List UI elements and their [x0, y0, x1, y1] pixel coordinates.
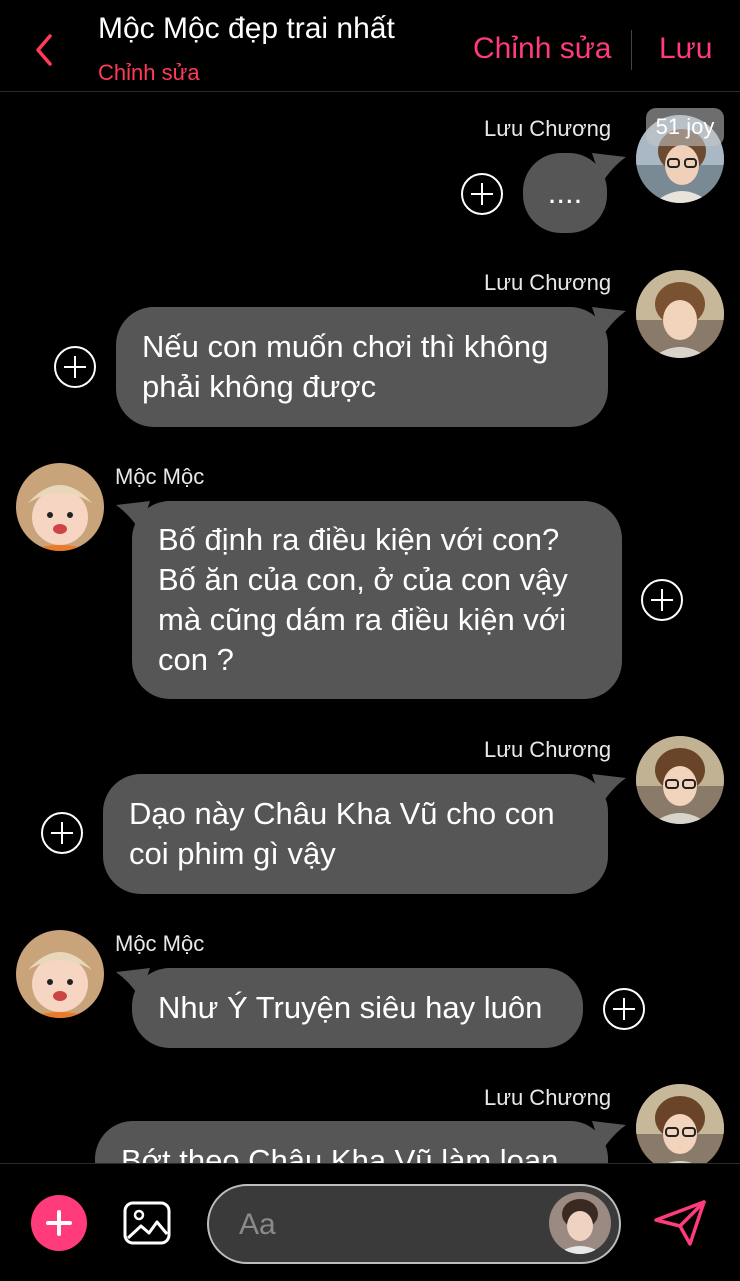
message-text: con ?	[158, 642, 234, 677]
add-circle-icon[interactable]	[603, 988, 645, 1030]
chat-header: Mộc Mộc đẹp trai nhất Chỉnh sửa Chỉnh sử…	[0, 0, 740, 92]
avatar[interactable]	[636, 270, 724, 358]
sender-name: Mộc Mộc	[115, 464, 205, 489]
plus-icon[interactable]	[31, 1195, 87, 1251]
message-bubble[interactable]: Nếu con muốn chơi thì không phải không đ…	[116, 307, 608, 427]
add-circle-icon[interactable]	[54, 346, 96, 388]
message-text: Như Ý Truyện siêu hay luôn	[158, 990, 543, 1025]
message-input[interactable]: Aa	[207, 1184, 621, 1264]
message-bubble[interactable]: Dạo này Châu Kha Vũ cho con coi phim gì …	[103, 774, 608, 894]
add-circle-icon[interactable]	[641, 579, 683, 621]
message-text: Bố ăn của con, ở của con vậy	[158, 562, 568, 597]
sender-name: Lưu Chương	[484, 1085, 612, 1110]
bubble-tail	[592, 307, 626, 337]
bubble-tail	[592, 774, 626, 804]
save-button[interactable]: Lưu	[659, 32, 712, 66]
avatar[interactable]	[16, 463, 104, 551]
avatar[interactable]	[549, 1192, 611, 1254]
avatar[interactable]	[636, 1084, 724, 1163]
composer-bar: Aa	[0, 1163, 740, 1281]
avatar[interactable]	[636, 736, 724, 824]
edit-button[interactable]: Chỉnh sửa	[473, 32, 612, 66]
message-text: Bớt theo Châu Kha Vũ làm loạn	[121, 1143, 559, 1163]
chat-subtitle[interactable]: Chỉnh sửa	[98, 60, 200, 86]
message-text: phải không được	[142, 369, 377, 404]
sender-name: Lưu Chương	[484, 737, 612, 762]
bubble-tail	[592, 153, 626, 183]
chat-title: Mộc Mộc đẹp trai nhất	[98, 12, 395, 45]
header-divider	[631, 30, 632, 70]
message-input-placeholder: Aa	[239, 1208, 276, 1241]
status-badge: 51 joy	[646, 108, 724, 146]
message-text: coi phim gì vậy	[129, 836, 336, 871]
bubble-tail	[116, 501, 150, 531]
bubble-tail	[116, 968, 150, 998]
message-bubble[interactable]: Bớt theo Châu Kha Vũ làm loạn	[95, 1121, 608, 1163]
chevron-left-icon[interactable]	[30, 30, 58, 70]
avatar[interactable]	[16, 930, 104, 1018]
add-circle-icon[interactable]	[41, 812, 83, 854]
sender-name: Mộc Mộc	[115, 931, 205, 956]
message-list[interactable]: Lưu Chương 51 joy .... Lưu Chương Nếu co…	[0, 93, 740, 1163]
bubble-tail	[592, 1121, 626, 1151]
send-icon[interactable]	[652, 1198, 708, 1248]
message-text: Nếu con muốn chơi thì không	[142, 329, 549, 364]
sender-name: Lưu Chương	[484, 116, 612, 141]
message-text: mà cũng dám ra điều kiện với	[158, 602, 567, 637]
image-icon[interactable]	[122, 1198, 172, 1248]
message-bubble[interactable]: Như Ý Truyện siêu hay luôn	[132, 968, 583, 1048]
message-text: Dạo này Châu Kha Vũ cho con	[129, 796, 555, 831]
message-text: Bố định ra điều kiện với con?	[158, 522, 560, 557]
add-circle-icon[interactable]	[461, 173, 503, 215]
sender-name: Lưu Chương	[484, 270, 612, 295]
message-bubble[interactable]: Bố định ra điều kiện với con? Bố ăn của …	[132, 501, 622, 699]
